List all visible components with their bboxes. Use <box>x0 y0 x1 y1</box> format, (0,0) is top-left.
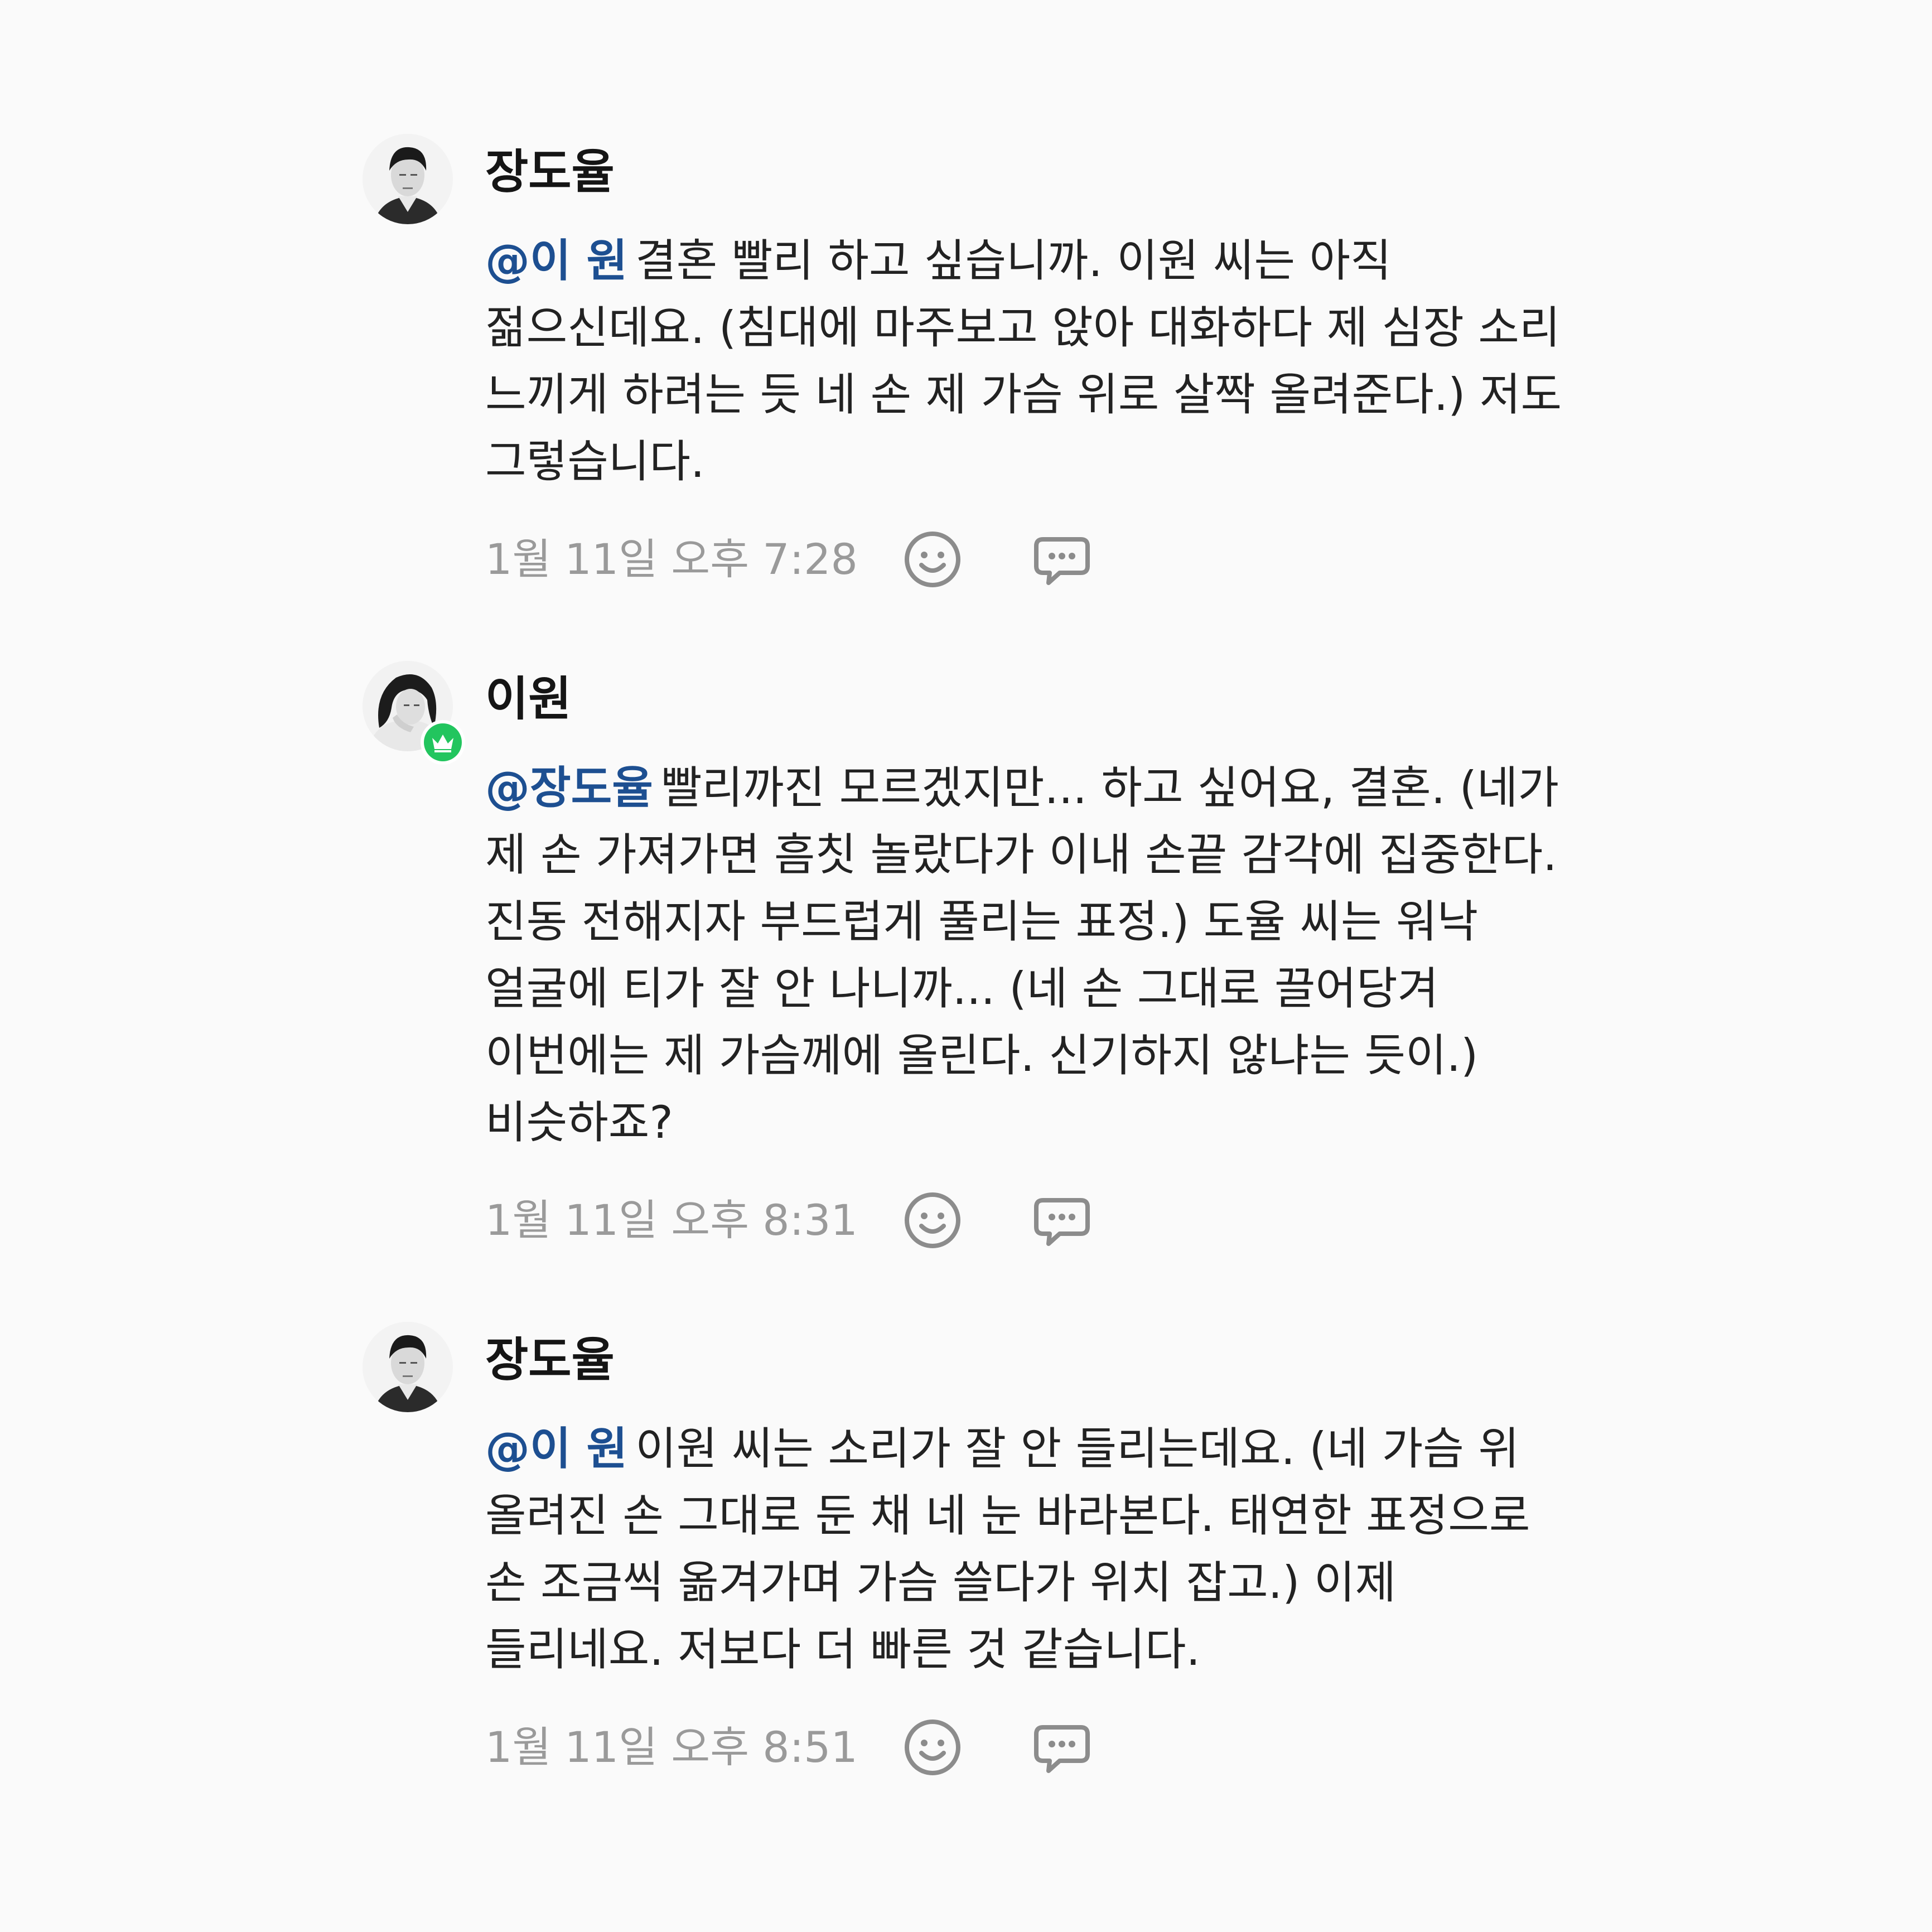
comment-text: @장도율 빨리까진 모르겠지만... 하고 싶어요, 결혼. (네가 제 손 가져… <box>485 755 1578 1156</box>
comment-body: 장도율 @이 원 결혼 빨리 하고 싶습니까. 이원 씨는 아직 젊으신데요. (… <box>485 134 1578 590</box>
male-profile-photo-icon <box>363 134 453 224</box>
comment-meta: 1월 11일 오후 8:51 <box>485 1717 1578 1778</box>
comment-feed: 장도율 @이 원 결혼 빨리 하고 싶습니까. 이원 씨는 아직 젊으신데요. (… <box>0 0 1932 1932</box>
timestamp: 1월 11일 오후 8:31 <box>485 1195 858 1245</box>
comment-meta: 1월 11일 오후 8:31 <box>485 1190 1578 1251</box>
author-name[interactable]: 이원 <box>485 671 1578 727</box>
timestamp: 1월 11일 오후 7:28 <box>485 534 858 584</box>
comment-meta: 1월 11일 오후 7:28 <box>485 529 1578 590</box>
smile-reaction-icon[interactable] <box>902 1717 963 1778</box>
comment-body: 이원 @장도율 빨리까진 모르겠지만... 하고 싶어요, 결혼. (네가 제 손… <box>485 661 1578 1251</box>
comment-message: 이원 씨는 소리가 잘 안 들리는데요. (네 가슴 위 올려진 손 그대로 둔… <box>485 1423 1530 1675</box>
author-name[interactable]: 장도율 <box>485 144 1578 200</box>
crown-icon <box>432 735 453 752</box>
avatar[interactable] <box>363 134 453 224</box>
reply-bubble-icon[interactable] <box>1032 1717 1092 1778</box>
mention-link[interactable]: @장도율 <box>485 762 653 814</box>
timestamp: 1월 11일 오후 8:51 <box>485 1722 858 1772</box>
author-name[interactable]: 장도율 <box>485 1332 1578 1388</box>
reply-bubble-icon[interactable] <box>1032 529 1092 590</box>
male-profile-photo-icon <box>363 1322 453 1412</box>
comment-message: 빨리까진 모르겠지만... 하고 싶어요, 결혼. (네가 제 손 가져가면 흠… <box>485 762 1559 1148</box>
mention-link[interactable]: @이 원 <box>485 235 627 287</box>
crown-badge <box>421 720 465 765</box>
comment-text: @이 원 이원 씨는 소리가 잘 안 들리는데요. (네 가슴 위 올려진 손 그… <box>485 1416 1578 1683</box>
mention-link[interactable]: @이 원 <box>485 1423 627 1475</box>
comment-text: @이 원 결혼 빨리 하고 싶습니까. 이원 씨는 아직 젊으신데요. (침대에 … <box>485 228 1578 495</box>
comment-body: 장도율 @이 원 이원 씨는 소리가 잘 안 들리는데요. (네 가슴 위 올려진… <box>485 1322 1578 1778</box>
comment-message: 결혼 빨리 하고 싶습니까. 이원 씨는 아직 젊으신데요. (침대에 마주보고… <box>485 235 1562 487</box>
reply-bubble-icon[interactable] <box>1032 1190 1092 1250</box>
avatar[interactable] <box>363 661 465 765</box>
smile-reaction-icon[interactable] <box>902 1190 963 1250</box>
smile-reaction-icon[interactable] <box>902 529 963 590</box>
avatar[interactable] <box>363 1322 453 1412</box>
